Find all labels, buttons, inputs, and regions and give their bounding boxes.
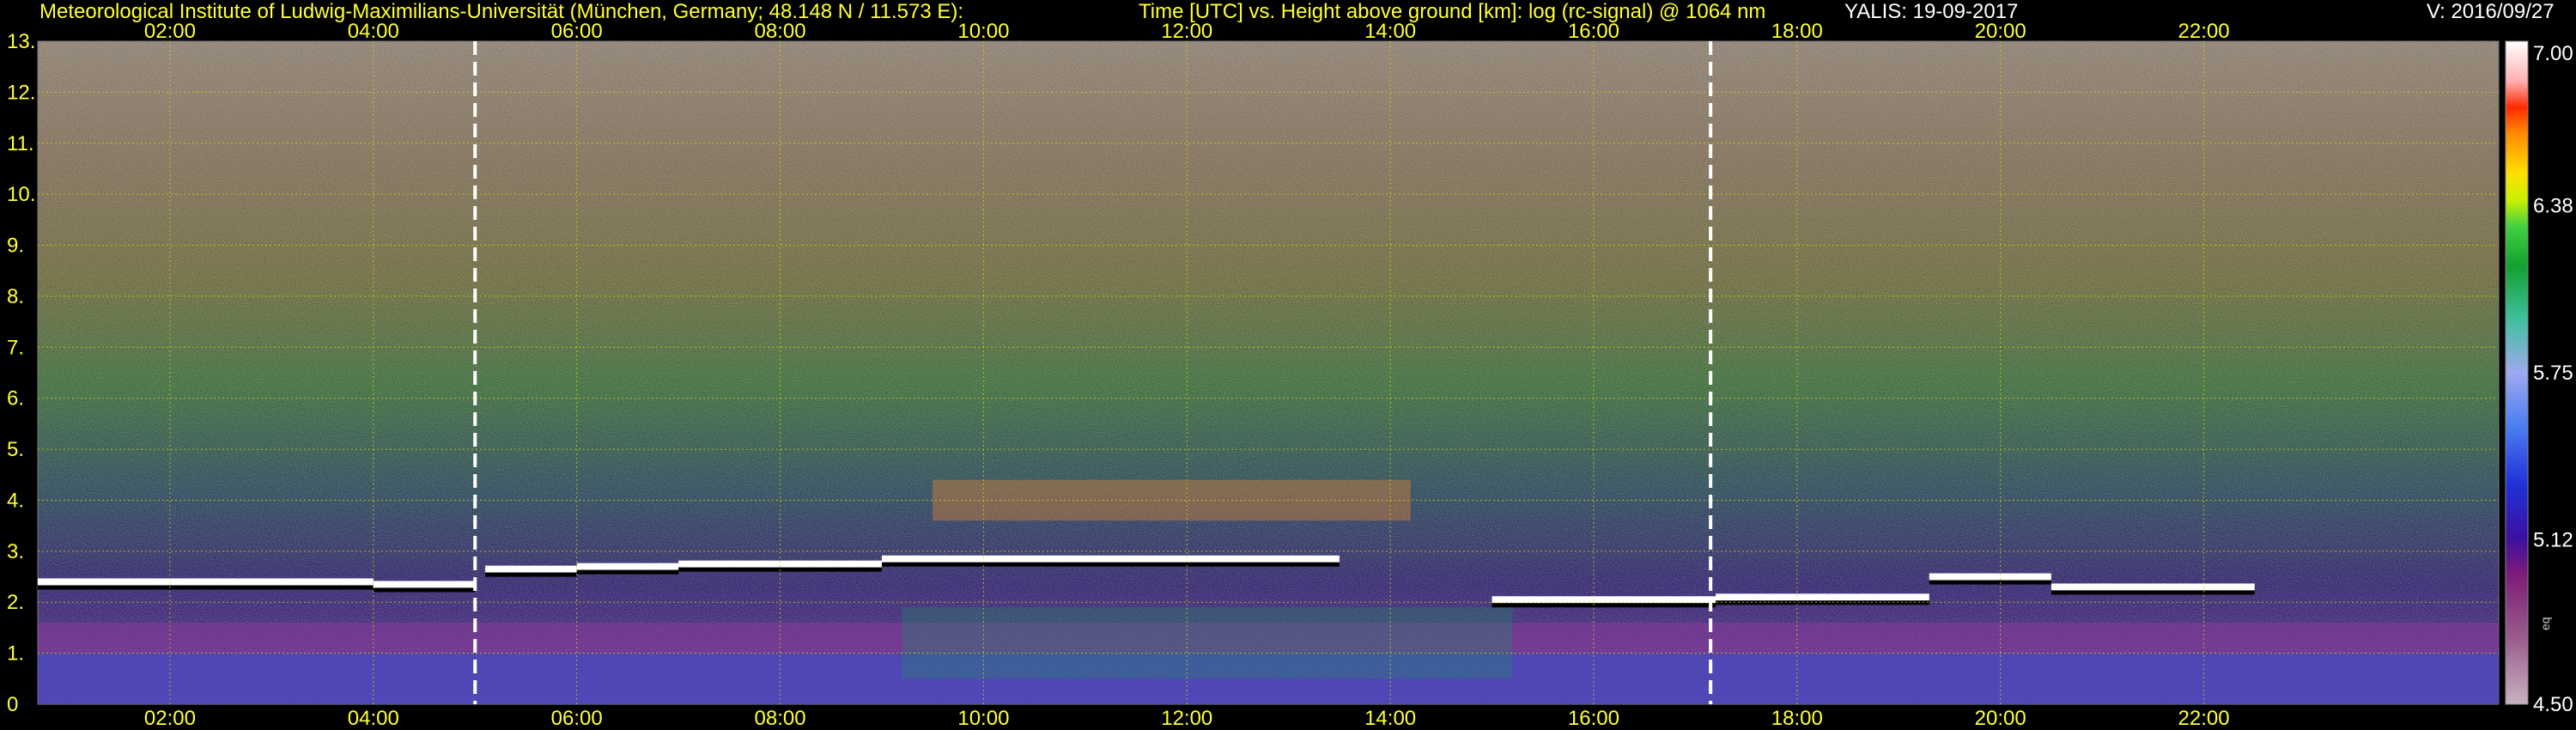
cloud-shadow (1716, 600, 1929, 605)
x-tick-label-bottom: 22:00 (2178, 707, 2230, 730)
cloud-layer (38, 578, 374, 586)
x-tick-label-top: 20:00 (1975, 20, 2026, 43)
x-tick-label-top: 06:00 (551, 20, 603, 43)
y-tick-label: 0 (7, 693, 18, 716)
cloud-shadow (485, 572, 577, 577)
cloud-layer (373, 581, 476, 588)
cloud-shadow (373, 587, 476, 593)
y-tick-label: 3. (7, 540, 24, 563)
noise-texture (38, 41, 2499, 704)
x-tick-label-bottom: 16:00 (1568, 707, 1619, 730)
x-tick-label-bottom: 12:00 (1161, 707, 1212, 730)
cloud-shadow (881, 562, 1340, 567)
x-tick-label-bottom: 20:00 (1975, 707, 2026, 730)
x-tick-label-bottom: 02:00 (144, 707, 196, 730)
cloud-layer (1929, 573, 2051, 581)
x-tick-label-bottom: 18:00 (1771, 707, 1823, 730)
x-tick-label-top: 16:00 (1568, 20, 1619, 43)
cloud-shadow (1492, 603, 1716, 608)
x-tick-label-top: 22:00 (2178, 20, 2230, 43)
cloud-layer (485, 565, 577, 573)
cloud-shadow (1929, 580, 2051, 585)
x-tick-label-top: 12:00 (1161, 20, 1212, 43)
y-tick-label: 2. (7, 591, 24, 614)
cloud-layer (1716, 593, 1929, 601)
y-tick-label: 10. (7, 183, 35, 206)
colorbar-tick-label: 7.00 (2533, 42, 2573, 65)
cloud-shadow (2050, 590, 2255, 595)
x-tick-label-top: 18:00 (1771, 20, 1823, 43)
colorbar-tick-label: 6.38 (2533, 194, 2573, 217)
x-tick-label-top: 04:00 (348, 20, 399, 43)
y-tick-label: 5. (7, 438, 24, 461)
y-tick-label: 8. (7, 285, 24, 308)
cloud-layer (2050, 583, 2255, 591)
y-tick-label: 13. (7, 30, 35, 53)
x-tick-label-bottom: 08:00 (755, 707, 806, 730)
x-tick-label-bottom: 10:00 (957, 707, 1009, 730)
cloud-shadow (38, 585, 374, 590)
colorbar (2505, 40, 2529, 705)
y-tick-label: 6. (7, 387, 24, 411)
cloud-layer (881, 555, 1340, 563)
x-tick-label-bottom: 06:00 (551, 707, 603, 730)
colorbar-annotation: eq (2538, 617, 2552, 630)
x-tick-label-top: 08:00 (755, 20, 806, 43)
cloud-layer (576, 563, 679, 570)
convective-aerosol-band (902, 607, 1513, 679)
x-tick-label-bottom: 14:00 (1364, 707, 1416, 730)
x-tick-label-top: 02:00 (144, 20, 196, 43)
x-tick-label-bottom: 04:00 (348, 707, 399, 730)
colorbar-tick-label: 5.75 (2533, 362, 2573, 385)
colorbar-tick-label: 4.50 (2533, 693, 2573, 716)
y-tick-label: 1. (7, 642, 24, 666)
y-tick-label: 12. (7, 81, 35, 104)
y-tick-label: 9. (7, 234, 24, 258)
y-tick-label: 11. (7, 132, 34, 155)
cloud-shadow (576, 569, 679, 575)
x-tick-label-top: 10:00 (957, 20, 1009, 43)
x-tick-label-top: 14:00 (1364, 20, 1416, 43)
lidar-time-height-plot: 0 1. 2. 3. 4. 5. 6. 7. 8. 9. 10. 11. 12. 13. 02:00 02:0… (7, 20, 2573, 730)
y-tick-label: 4. (7, 489, 24, 512)
colorbar-tick-label: 5.12 (2533, 529, 2573, 552)
y-tick-label: 7. (7, 336, 24, 359)
